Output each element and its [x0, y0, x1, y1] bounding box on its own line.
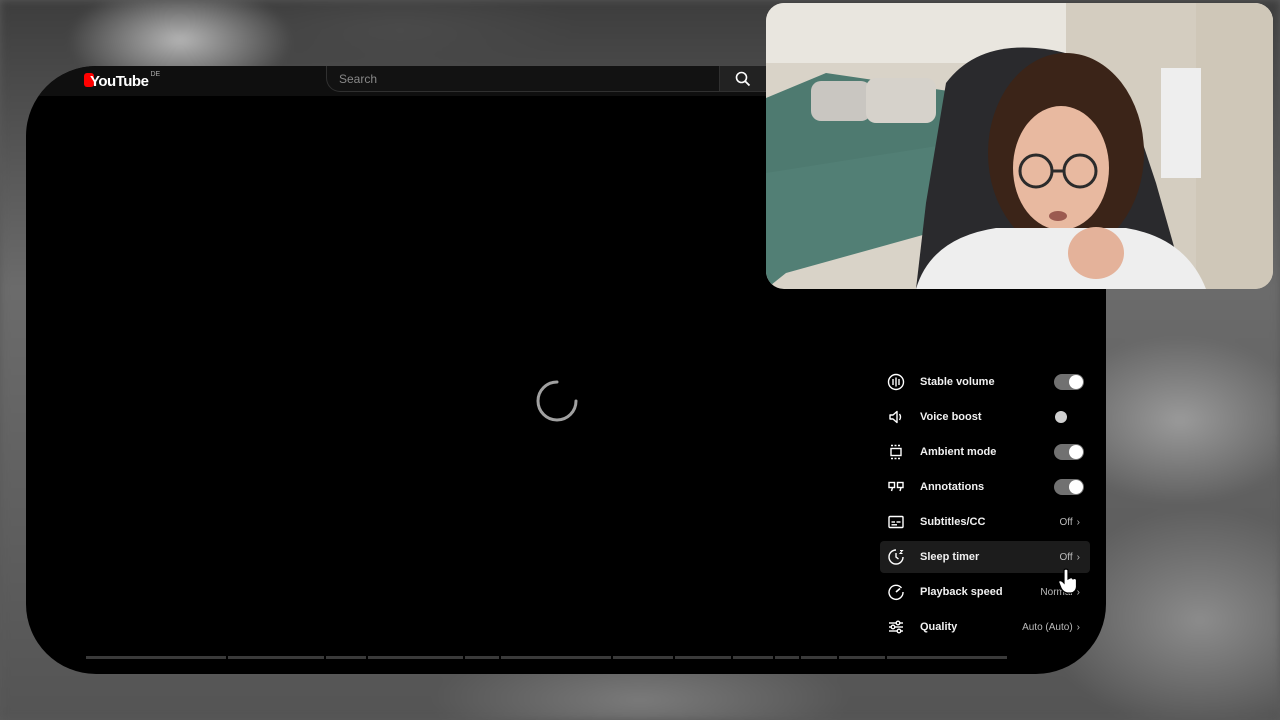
settings-item-label: Quality	[920, 621, 958, 633]
search-box	[326, 66, 720, 92]
subtitles-icon	[886, 512, 906, 532]
progress-chapter	[326, 656, 366, 659]
progress-chapter	[368, 656, 463, 659]
settings-item-voice-boost[interactable]: Voice boost	[880, 401, 1090, 433]
webcam-overlay	[766, 3, 1273, 289]
progress-chapter	[86, 656, 226, 659]
settings-item-label: Annotations	[920, 481, 985, 493]
stable-volume-toggle[interactable]	[1054, 374, 1084, 390]
settings-item-value: Off	[1059, 516, 1073, 528]
settings-item-annotations[interactable]: Annotations	[880, 471, 1090, 503]
toggle-knob	[1055, 411, 1067, 423]
progress-chapter	[613, 656, 673, 659]
progress-chapter	[501, 656, 611, 659]
logo-text: YouTube	[90, 72, 149, 90]
settings-menu: Stable volume Voice boost Ambient mode A…	[874, 364, 1096, 649]
settings-item-value: Auto (Auto)	[1022, 621, 1073, 633]
voice-boost-toggle[interactable]	[1054, 409, 1084, 425]
ambient-mode-icon	[886, 442, 906, 462]
logo-country-code: DE	[150, 70, 161, 78]
search-input[interactable]	[339, 70, 699, 88]
stable-volume-icon	[886, 372, 906, 392]
settings-item-label: Voice boost	[920, 411, 982, 423]
progress-bar[interactable]	[86, 656, 1046, 659]
settings-item-stable-volume[interactable]: Stable volume	[880, 366, 1090, 398]
voice-boost-icon	[886, 407, 906, 427]
progress-chapter	[839, 656, 885, 659]
settings-item-subtitles[interactable]: Subtitles/CC Off ›	[880, 506, 1090, 538]
progress-chapter	[465, 656, 499, 659]
playback-speed-icon	[886, 582, 906, 602]
progress-chapter	[228, 656, 324, 659]
progress-chapter	[775, 656, 799, 659]
progress-chapter	[801, 656, 837, 659]
progress-chapter	[733, 656, 773, 659]
webcam-feed-image	[766, 3, 1273, 289]
annotations-toggle[interactable]	[1054, 479, 1084, 495]
progress-chapter	[887, 656, 1007, 659]
chevron-right-icon: ›	[1076, 551, 1080, 563]
settings-item-value: Off	[1059, 551, 1073, 563]
settings-item-label: Ambient mode	[920, 446, 997, 458]
settings-item-label: Subtitles/CC	[920, 516, 986, 528]
progress-chapter	[675, 656, 731, 659]
settings-item-ambient-mode[interactable]: Ambient mode	[880, 436, 1090, 468]
annotations-icon	[886, 477, 906, 497]
toggle-knob	[1069, 445, 1083, 459]
toggle-knob	[1069, 375, 1083, 389]
settings-item-label: Stable volume	[920, 376, 995, 388]
settings-item-quality[interactable]: Quality Auto (Auto) ›	[880, 611, 1090, 643]
settings-item-label: Sleep timer	[920, 551, 980, 563]
chevron-right-icon: ›	[1076, 621, 1080, 633]
youtube-logo[interactable]: YouTube DE	[84, 68, 161, 90]
sleep-timer-icon	[886, 547, 906, 567]
search-icon	[735, 71, 751, 86]
chevron-right-icon: ›	[1076, 516, 1080, 528]
search-button[interactable]	[720, 66, 766, 92]
quality-icon	[886, 617, 906, 637]
loading-spinner-icon	[536, 380, 578, 422]
settings-item-label: Playback speed	[920, 586, 1003, 598]
toggle-knob	[1069, 480, 1083, 494]
hand-cursor-icon	[1058, 568, 1078, 594]
ambient-mode-toggle[interactable]	[1054, 444, 1084, 460]
